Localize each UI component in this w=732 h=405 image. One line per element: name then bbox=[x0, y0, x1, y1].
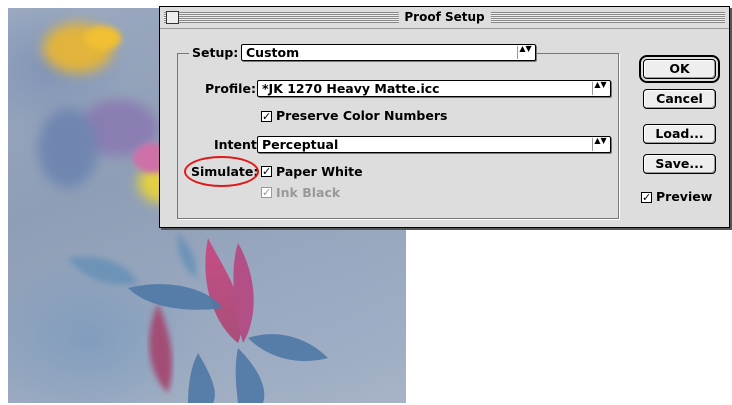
annotation-circle bbox=[184, 156, 259, 187]
setup-popup-value: Custom bbox=[246, 45, 300, 60]
save-button[interactable]: Save... bbox=[643, 154, 716, 174]
intent-popup-value: Perceptual bbox=[262, 137, 339, 152]
proof-setup-dialog: Proof Setup Setup: Custom ▲▼ Profile: *J… bbox=[159, 6, 730, 228]
intent-label: Intent: bbox=[214, 137, 262, 152]
popup-arrows-icon: ▲▼ bbox=[517, 45, 532, 59]
intent-popup[interactable]: Perceptual ▲▼ bbox=[257, 136, 611, 153]
popup-arrows-icon: ▲▼ bbox=[592, 137, 607, 151]
setup-label: Setup: bbox=[189, 45, 242, 61]
close-box[interactable] bbox=[166, 11, 179, 24]
paper-white-label[interactable]: Paper White bbox=[276, 164, 363, 180]
setup-popup[interactable]: Custom ▲▼ bbox=[241, 44, 536, 61]
preserve-color-numbers-label[interactable]: Preserve Color Numbers bbox=[276, 108, 447, 124]
load-button[interactable]: Load... bbox=[643, 124, 716, 144]
cancel-button[interactable]: Cancel bbox=[643, 89, 716, 109]
ink-black-checkbox[interactable]: ✓ bbox=[261, 187, 272, 198]
title-bar[interactable]: Proof Setup bbox=[160, 7, 729, 29]
popup-arrows-icon: ▲▼ bbox=[592, 81, 607, 95]
profile-popup-value: *JK 1270 Heavy Matte.icc bbox=[262, 81, 440, 96]
profile-label: Profile: bbox=[205, 81, 256, 96]
ok-button[interactable]: OK bbox=[639, 55, 720, 83]
profile-popup[interactable]: *JK 1270 Heavy Matte.icc ▲▼ bbox=[257, 80, 611, 97]
paper-white-checkbox[interactable]: ✓ bbox=[261, 166, 272, 177]
preserve-color-numbers-checkbox[interactable]: ✓ bbox=[261, 111, 272, 122]
ink-black-label[interactable]: Ink Black bbox=[276, 185, 340, 201]
dialog-title: Proof Setup bbox=[398, 9, 491, 26]
preview-label[interactable]: Preview bbox=[656, 189, 712, 205]
preview-checkbox[interactable]: ✓ bbox=[641, 192, 652, 203]
